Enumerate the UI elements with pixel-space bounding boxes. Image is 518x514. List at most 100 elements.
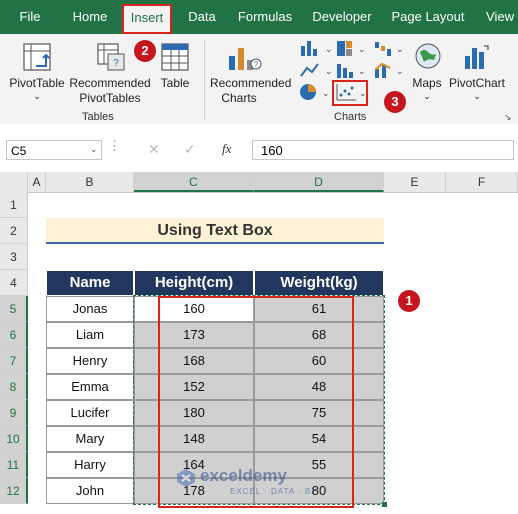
row-header-4[interactable]: 4 [0, 270, 28, 296]
pivottable-icon[interactable] [22, 42, 52, 72]
name-cell[interactable]: Jonas [46, 296, 134, 322]
svg-text:⌄: ⌄ [358, 44, 366, 54]
combo-chart-icon[interactable]: ⌄ [372, 60, 406, 80]
weight-cell[interactable]: 60 [254, 348, 384, 374]
chevron-down-icon[interactable]: ⌄ [90, 144, 98, 155]
column-header-a[interactable]: A [28, 172, 46, 192]
name-box[interactable]: C5 [6, 140, 102, 160]
weight-cell[interactable]: 55 [254, 452, 384, 478]
name-cell[interactable]: Henry [46, 348, 134, 374]
select-all-corner[interactable] [0, 172, 28, 192]
row-header-2[interactable]: 2 [0, 218, 28, 244]
tab-developer[interactable]: Developer [306, 0, 378, 34]
tab-home[interactable]: Home [66, 0, 114, 34]
callout-3: 3 [384, 91, 406, 113]
height-cell[interactable]: 173 [134, 322, 254, 348]
column-header-f[interactable]: F [446, 172, 518, 192]
table-icon[interactable] [160, 42, 190, 72]
svg-text:⌄: ⌄ [396, 44, 404, 54]
header-weight[interactable]: Weight(kg) [254, 270, 384, 296]
column-header-b[interactable]: B [46, 172, 134, 192]
weight-cell[interactable]: 61 [254, 296, 384, 322]
formula-input[interactable]: 160 [252, 140, 514, 160]
svg-text:⌄: ⌄ [358, 66, 366, 76]
scatter-chart-icon[interactable]: ⌄ [332, 80, 368, 106]
name-cell[interactable]: Emma [46, 374, 134, 400]
callout-1: 1 [398, 290, 420, 312]
tab-page-layout[interactable]: Page Layout [388, 0, 468, 34]
pie-chart-icon[interactable]: ⌄ [298, 82, 332, 102]
recommended-charts-icon[interactable]: ? [226, 42, 262, 72]
weight-cell[interactable]: 54 [254, 426, 384, 452]
column-header-row: A B C D E F [0, 172, 518, 193]
row-header-10[interactable]: 10 [0, 426, 28, 452]
tab-view[interactable]: View [480, 0, 518, 34]
svg-text:⌄: ⌄ [322, 88, 330, 98]
statistic-chart-icon[interactable]: ⌄ [334, 60, 368, 80]
row-header-11[interactable]: 11 [0, 452, 28, 478]
svg-text:⌄: ⌄ [325, 44, 332, 54]
weight-cell[interactable]: 48 [254, 374, 384, 400]
enter-icon[interactable]: ✓ [184, 141, 196, 158]
column-header-e[interactable]: E [384, 172, 446, 192]
height-cell[interactable]: 160 [134, 296, 254, 322]
row-header-1[interactable]: 1 [0, 192, 28, 218]
table-button[interactable]: Table [152, 76, 198, 91]
cancel-icon[interactable]: ✕ [148, 141, 160, 158]
header-height[interactable]: Height(cm) [134, 270, 254, 296]
waterfall-chart-icon[interactable]: ⌄ [372, 38, 406, 58]
height-cell[interactable]: 178 [134, 478, 254, 504]
insert-function-button[interactable]: fx [222, 141, 231, 157]
chevron-down-icon[interactable]: ⌄ [472, 89, 482, 104]
tables-group-label: Tables [82, 111, 114, 123]
recommended-pivottables-icon[interactable]: ? [96, 42, 126, 72]
row-header-5[interactable]: 5 [0, 296, 28, 322]
svg-text:?: ? [113, 58, 119, 69]
maps-icon[interactable] [414, 42, 442, 70]
fill-handle[interactable] [382, 502, 387, 507]
dialog-launcher-icon[interactable]: ↘ [504, 112, 512, 123]
name-cell[interactable]: Mary [46, 426, 134, 452]
weight-cell[interactable]: 80 [254, 478, 384, 504]
name-cell[interactable]: John [46, 478, 134, 504]
name-cell[interactable]: Harry [46, 452, 134, 478]
sheet-title[interactable]: Using Text Box [46, 218, 384, 244]
tab-data[interactable]: Data [182, 0, 222, 34]
row-header-8[interactable]: 8 [0, 374, 28, 400]
height-cell[interactable]: 148 [134, 426, 254, 452]
recommended-charts-button[interactable]: Recommended Charts [210, 76, 291, 106]
svg-text:⌄: ⌄ [325, 66, 332, 76]
height-cell[interactable]: 180 [134, 400, 254, 426]
tab-file[interactable]: File [10, 0, 50, 34]
chevron-down-icon[interactable]: ⌄ [422, 89, 432, 104]
charts-group-label: Charts [334, 111, 367, 123]
tab-insert[interactable]: Insert [122, 4, 172, 34]
callout-2: 2 [134, 40, 156, 62]
chevron-down-icon[interactable]: ⌄ [32, 89, 42, 104]
weight-cell[interactable]: 68 [254, 322, 384, 348]
header-name[interactable]: Name [46, 270, 134, 296]
row-header-3[interactable]: 3 [0, 244, 28, 270]
svg-text:⌄: ⌄ [396, 66, 404, 76]
tab-formulas[interactable]: Formulas [232, 0, 298, 34]
line-chart-icon[interactable]: ⌄ [298, 60, 332, 80]
hierarchy-chart-icon[interactable]: ⌄ [334, 38, 368, 58]
column-header-c[interactable]: C [134, 172, 254, 192]
height-cell[interactable]: 168 [134, 348, 254, 374]
row-header-6[interactable]: 6 [0, 322, 28, 348]
pivotchart-icon[interactable] [462, 42, 492, 72]
recommended-pivottables-button[interactable]: Recommended PivotTables [64, 76, 156, 106]
name-cell[interactable]: Liam [46, 322, 134, 348]
height-cell[interactable]: 164 [134, 452, 254, 478]
row-header-7[interactable]: 7 [0, 348, 28, 374]
weight-cell[interactable]: 75 [254, 400, 384, 426]
svg-text:⌄: ⌄ [359, 88, 367, 98]
row-header-9[interactable]: 9 [0, 400, 28, 426]
column-chart-icon[interactable]: ⌄ [298, 38, 332, 58]
ribbon-tab-bar: File Home Insert Data Formulas Developer… [0, 0, 518, 34]
row-header-12[interactable]: 12 [0, 478, 28, 504]
name-cell[interactable]: Lucifer [46, 400, 134, 426]
svg-text:?: ? [254, 60, 259, 69]
column-header-d[interactable]: D [254, 172, 384, 192]
height-cell[interactable]: 152 [134, 374, 254, 400]
